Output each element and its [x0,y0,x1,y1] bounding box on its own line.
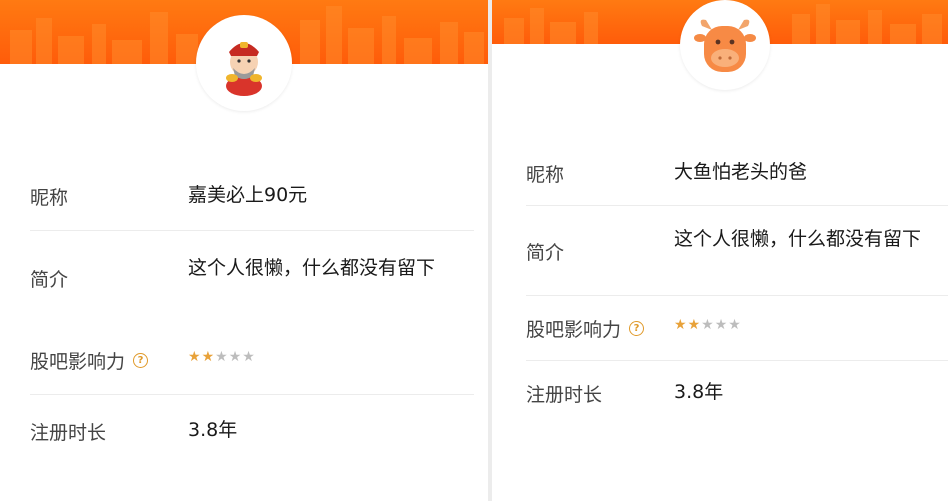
question-circle-icon[interactable]: ? [629,321,645,336]
star-empty-icon: ★ [215,349,228,365]
influence-label: 股吧影响力 ? [30,347,149,374]
registration-label: 注册时长 [30,422,107,444]
star-empty-icon: ★ [728,317,741,333]
user-avatar[interactable] [680,0,770,90]
influence-label-text: 股吧影响力 [30,351,126,373]
bio-value: 这个人很懒，什么都没有留下 [674,228,922,250]
influence-rating: ★ ★ ★ ★ ★ [188,347,458,364]
left-profile-card: 昵称 嘉美必上90元 简介 这个人很懒，什么都没有留下 股吧影响力 ? ★ ★ ★ ★… [0,0,488,501]
star-filled-icon: ★ [201,349,215,365]
bio-label: 简介 [526,242,565,264]
row-divider [526,360,948,361]
star-rating: ★ ★ ★ ★ ★ [674,318,936,332]
star-rating: ★ ★ ★ ★ ★ [188,350,458,364]
star-filled-icon: ★ [674,317,687,333]
nickname-value: 大鱼怕老头的爸 [674,161,808,183]
bio-value: 这个人很懒，什么都没有留下 [188,257,436,279]
row-divider [30,230,474,231]
bio-label: 简介 [30,269,69,291]
influence-label-text: 股吧影响力 [526,319,622,341]
star-empty-icon: ★ [701,317,714,333]
influence-label: 股吧影响力 ? [526,315,645,342]
user-avatar[interactable] [196,15,292,111]
nickname-label: 昵称 [526,164,565,186]
question-circle-icon[interactable]: ? [133,353,149,368]
star-filled-icon: ★ [188,349,201,365]
right-profile-card: 昵称 大鱼怕老头的爸 简介 这个人很懒，什么都没有留下 股吧影响力 ? ★ ★ ★ ★… [492,0,948,501]
nickname-label: 昵称 [30,187,69,209]
star-empty-icon: ★ [228,349,242,365]
profile-comparison: 昵称 嘉美必上90元 简介 这个人很懒，什么都没有留下 股吧影响力 ? ★ ★ ★ ★… [0,0,948,501]
row-divider [526,205,948,206]
registration-value: 3.8年 [188,419,238,441]
star-filled-icon: ★ [687,317,701,333]
star-empty-icon: ★ [242,349,255,365]
star-empty-icon: ★ [714,317,728,333]
nickname-value: 嘉美必上90元 [188,184,308,206]
registration-label: 注册时长 [526,384,603,406]
influence-rating: ★ ★ ★ ★ ★ [674,315,936,332]
registration-value: 3.8年 [674,381,724,403]
orange-ox-head-icon [694,19,756,72]
row-divider [30,394,474,395]
caishen-god-of-wealth-icon [226,42,262,96]
row-divider [526,295,948,296]
